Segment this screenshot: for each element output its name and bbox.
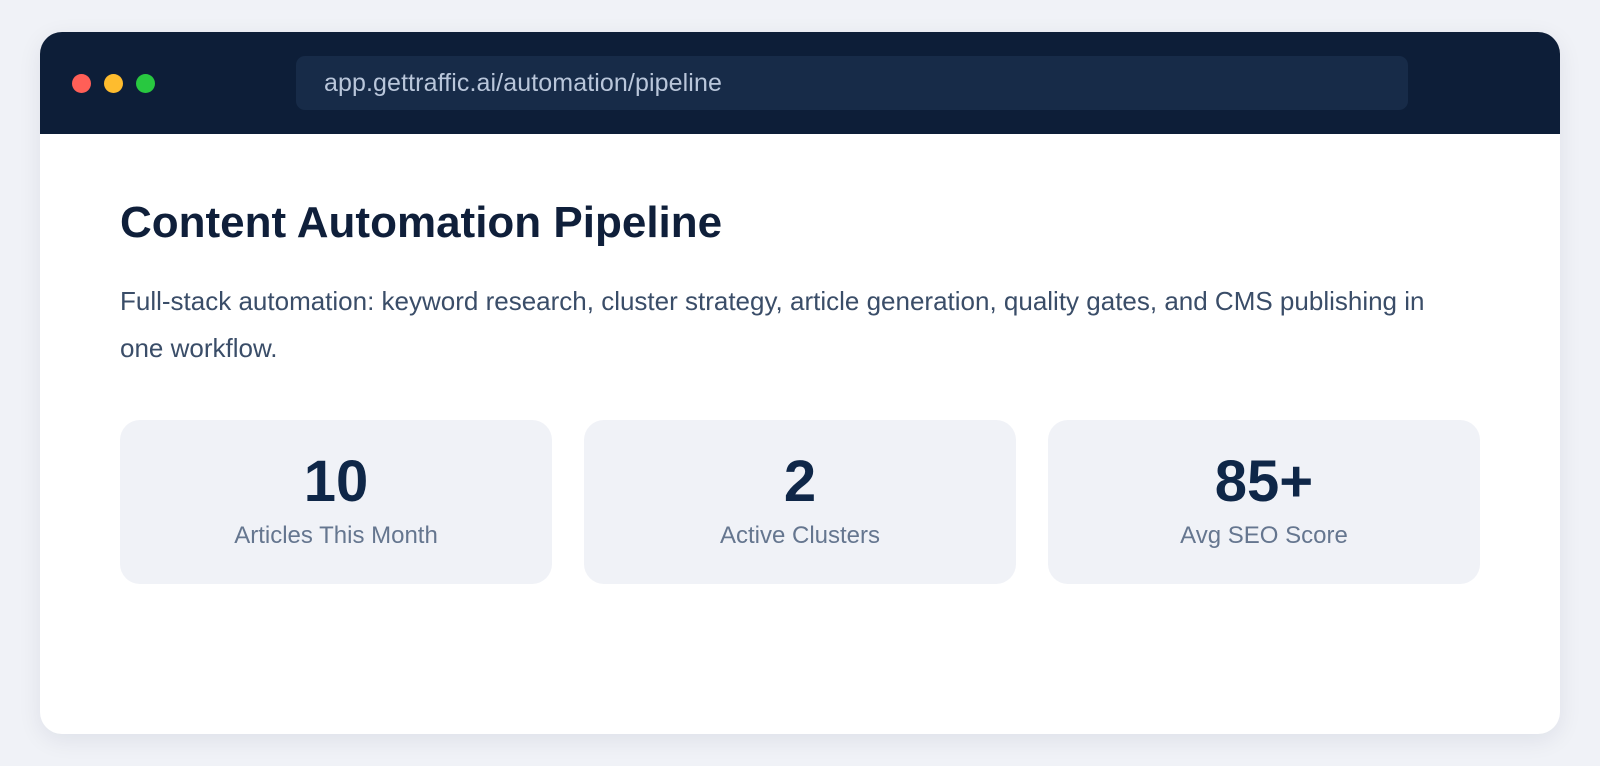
stat-card-seo-score: 85+ Avg SEO Score [1048, 420, 1480, 584]
browser-titlebar: app.gettraffic.ai/automation/pipeline [40, 32, 1560, 134]
maximize-window-icon[interactable] [136, 74, 155, 93]
stat-value: 10 [303, 449, 369, 514]
stat-label: Articles This Month [234, 522, 438, 549]
browser-window: app.gettraffic.ai/automation/pipeline Co… [40, 32, 1560, 734]
page-title: Content Automation Pipeline [120, 198, 723, 247]
close-window-icon[interactable] [72, 74, 91, 93]
stat-label: Active Clusters [719, 522, 881, 549]
stat-value: 2 [783, 449, 817, 514]
address-bar[interactable]: app.gettraffic.ai/automation/pipeline [296, 56, 1408, 110]
stat-card-articles: 10 Articles This Month [120, 420, 552, 584]
stat-label: Avg SEO Score [1180, 522, 1348, 549]
stat-value: 85+ [1214, 449, 1314, 514]
stat-card-clusters: 2 Active Clusters [584, 420, 1016, 584]
page-description: Full-stack automation: keyword research,… [120, 286, 1425, 363]
address-bar-url: app.gettraffic.ai/automation/pipeline [324, 68, 722, 97]
stats-row: 10 Articles This Month 2 Active Clusters… [120, 420, 1480, 584]
minimize-window-icon[interactable] [104, 74, 123, 93]
